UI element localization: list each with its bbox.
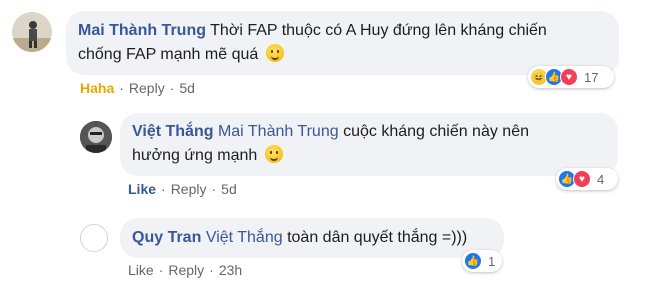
reply-button[interactable]: Reply (129, 80, 165, 96)
comment-message: chống FAP mạnh mẽ quá (78, 46, 259, 63)
comment-message: cuộc kháng chiến này nên (343, 123, 529, 140)
love-icon: ♥ (573, 170, 591, 188)
reaction-action-button[interactable]: Haha (80, 80, 114, 96)
reaction-summary[interactable]: 👍 ♥ 4 (556, 168, 618, 190)
smile-emoji-icon (265, 44, 284, 62)
reaction-count: 17 (584, 69, 599, 85)
comment-message: toàn dân quyết thắng =))) (287, 229, 468, 246)
reaction-action-button[interactable]: Like (128, 262, 154, 278)
separator: · (211, 181, 217, 197)
avatar[interactable] (80, 121, 112, 153)
separator: · (119, 80, 124, 96)
reaction-count: 4 (597, 171, 605, 187)
timestamp[interactable]: 23h (219, 262, 242, 278)
like-icon: 👍 (464, 252, 482, 270)
mention-link[interactable]: Mai Thành Trung (218, 123, 339, 140)
timestamp[interactable]: 5d (179, 80, 195, 96)
comment-bubble: Việt Thắng Mai Thành Trung cuộc kháng ch… (120, 113, 618, 176)
separator: · (169, 80, 175, 96)
separator: · (158, 262, 164, 278)
comment-actions: Like · Reply · 23h (128, 262, 242, 278)
avatar[interactable] (12, 12, 52, 52)
reaction-summary[interactable]: 👍 1 (462, 250, 502, 272)
avatar[interactable] (80, 224, 108, 252)
reply-button[interactable]: Reply (171, 181, 207, 197)
separator: · (161, 181, 166, 197)
comment-message: Thời FAP thuộc có A Huy đứng lên kháng c… (210, 22, 547, 39)
reaction-summary[interactable]: 😆 👍 ♥ 17 (528, 66, 614, 88)
comment-actions: Like · Reply · 5d (128, 181, 237, 197)
timestamp[interactable]: 5d (221, 181, 237, 197)
comment-author[interactable]: Việt Thắng (132, 123, 214, 140)
reply-button[interactable]: Reply (168, 262, 204, 278)
mention-link[interactable]: Việt Thắng (206, 229, 283, 246)
comment-text: Quy Tran Việt Thắng toàn dân quyết thắng… (132, 227, 492, 249)
reaction-action-button[interactable]: Like (128, 181, 156, 197)
comment-author[interactable]: Quy Tran (132, 229, 201, 246)
comment-author[interactable]: Mai Thành Trung (78, 22, 206, 39)
love-icon: ♥ (560, 68, 578, 86)
comment-bubble: Quy Tran Việt Thắng toàn dân quyết thắng… (120, 218, 504, 258)
avatar-photo-icon (12, 12, 52, 52)
comment-actions: Haha · Reply · 5d (80, 80, 195, 96)
wink-emoji-icon (264, 145, 283, 163)
comment-message: hưởng ứng mạnh (132, 147, 258, 164)
comment-text: Việt Thắng Mai Thành Trung cuộc kháng ch… (132, 120, 606, 168)
avatar-photo-icon (80, 121, 112, 153)
reaction-count: 1 (488, 253, 496, 269)
separator: · (209, 262, 214, 278)
comment-text: Mai Thành Trung Thời FAP thuộc có A Huy … (78, 19, 607, 67)
